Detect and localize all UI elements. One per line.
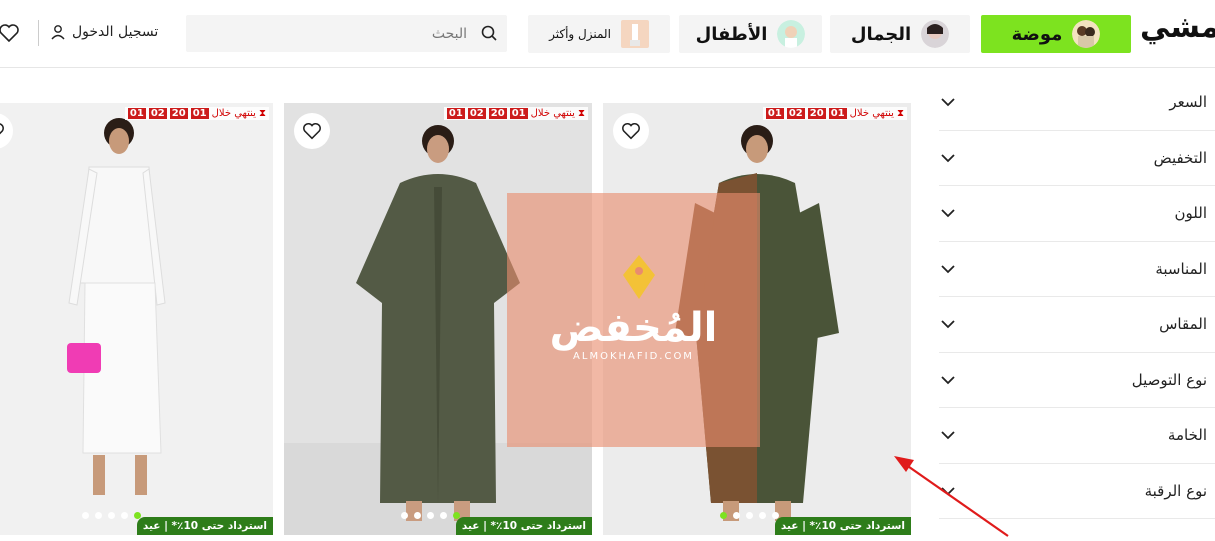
watermark-title: المُخفض bbox=[549, 305, 718, 351]
search-input[interactable] bbox=[186, 15, 507, 52]
heart-icon bbox=[303, 122, 321, 140]
tab-fashion-label: موضة bbox=[1011, 23, 1063, 45]
filter-price[interactable]: السعر bbox=[939, 75, 1215, 131]
countdown-timer: ⧗ ينتهي خلال 01 20 02 01 bbox=[124, 107, 269, 120]
timer-label: ينتهي خلال bbox=[530, 108, 575, 119]
page: نمشي موضة الجمال الأطفال bbox=[0, 0, 1215, 541]
filter-label: المناسبة bbox=[1155, 259, 1207, 278]
tab-beauty-label: الجمال bbox=[850, 23, 912, 45]
hourglass-icon: ⧗ bbox=[258, 108, 266, 119]
tab-home[interactable]: المنزل وأكثر bbox=[528, 15, 670, 53]
site-logo[interactable]: نمشي bbox=[1140, 10, 1215, 45]
timer-digit: 01 bbox=[127, 108, 146, 119]
filter-label: الخامة bbox=[1167, 426, 1207, 444]
carousel-dot[interactable] bbox=[720, 512, 727, 519]
filter-label: اللون bbox=[1174, 204, 1207, 222]
image-carousel-dots[interactable] bbox=[82, 512, 141, 519]
kids-thumbnail-icon bbox=[777, 20, 806, 48]
chevron-down-icon bbox=[941, 375, 955, 384]
promo-badge: استرداد حتى 10٪* | عيد bbox=[455, 517, 592, 535]
timer-digit: 01 bbox=[446, 108, 465, 119]
carousel-dot[interactable] bbox=[121, 512, 128, 519]
image-carousel-dots[interactable] bbox=[720, 512, 779, 519]
login-label: تسجيل الدخول bbox=[72, 24, 159, 40]
chevron-down-icon bbox=[941, 209, 955, 218]
header-divider bbox=[38, 20, 39, 46]
chevron-down-icon bbox=[941, 320, 955, 329]
timer-digit: 20 bbox=[169, 108, 188, 119]
timer-digit: 02 bbox=[786, 108, 805, 119]
filter-color[interactable]: اللون bbox=[939, 186, 1215, 242]
promo-badge: استرداد حتى 10٪* | عيد bbox=[136, 517, 273, 535]
filter-size[interactable]: المقاس bbox=[939, 297, 1215, 353]
beauty-thumbnail-icon bbox=[921, 20, 950, 48]
carousel-dot[interactable] bbox=[746, 512, 753, 519]
chevron-down-icon bbox=[941, 431, 955, 440]
heart-icon bbox=[0, 123, 4, 135]
heart-icon bbox=[622, 122, 640, 140]
timer-digit: 01 bbox=[509, 108, 528, 119]
carousel-dot[interactable] bbox=[759, 512, 766, 519]
filter-discount[interactable]: التخفيض bbox=[939, 131, 1215, 186]
timer-digit: 01 bbox=[765, 108, 784, 119]
login-link[interactable]: تسجيل الدخول bbox=[50, 24, 158, 40]
timer-digit: 01 bbox=[828, 108, 847, 119]
carousel-dot[interactable] bbox=[440, 512, 447, 519]
filter-delivery[interactable]: نوع التوصيل bbox=[939, 353, 1215, 408]
timer-label: ينتهي خلال bbox=[849, 108, 894, 119]
wishlist-button[interactable] bbox=[294, 113, 330, 149]
tab-beauty[interactable]: الجمال bbox=[830, 15, 970, 53]
tab-kids[interactable]: الأطفال bbox=[679, 15, 822, 53]
watermark-overlay: المُخفض ALMOKHAFID.COM bbox=[507, 193, 760, 447]
chevron-down-icon bbox=[941, 264, 955, 273]
wishlist-button[interactable] bbox=[613, 113, 649, 149]
countdown-timer: ⧗ ينتهي خلال 01 20 02 01 bbox=[762, 107, 907, 120]
hourglass-icon: ⧗ bbox=[577, 108, 585, 119]
home-thumbnail-icon bbox=[620, 20, 649, 48]
chevron-down-icon bbox=[941, 98, 955, 107]
timer-digit: 20 bbox=[807, 108, 826, 119]
carousel-dot[interactable] bbox=[427, 512, 434, 519]
top-header: نمشي موضة الجمال الأطفال bbox=[0, 0, 1215, 68]
carousel-dot[interactable] bbox=[108, 512, 115, 519]
product-image bbox=[0, 103, 273, 535]
price-tag-icon bbox=[623, 255, 655, 299]
user-icon bbox=[51, 25, 65, 40]
fashion-thumbnail-icon bbox=[1072, 20, 1101, 48]
wishlist-heart-icon[interactable] bbox=[0, 22, 20, 44]
filter-label: نوع الرقبة bbox=[1144, 481, 1207, 500]
annotation-arrow-icon bbox=[894, 456, 1009, 537]
filter-label: التخفيض bbox=[1153, 148, 1207, 167]
timer-label: ينتهي خلال bbox=[211, 108, 256, 119]
watermark-url: ALMOKHAFID.COM bbox=[573, 351, 694, 362]
carousel-dot[interactable] bbox=[401, 512, 408, 519]
search-icon bbox=[481, 25, 497, 41]
countdown-timer: ⧗ ينتهي خلال 01 20 02 01 bbox=[443, 107, 588, 120]
timer-digit: 02 bbox=[148, 108, 167, 119]
carousel-dot[interactable] bbox=[733, 512, 740, 519]
timer-digit: 02 bbox=[467, 108, 486, 119]
image-carousel-dots[interactable] bbox=[401, 512, 460, 519]
filter-label: المقاس bbox=[1159, 315, 1207, 333]
carousel-dot[interactable] bbox=[414, 512, 421, 519]
carousel-dot[interactable] bbox=[82, 512, 89, 519]
filter-occasion[interactable]: المناسبة bbox=[939, 242, 1215, 297]
chevron-down-icon bbox=[941, 153, 955, 162]
timer-digit: 20 bbox=[488, 108, 507, 119]
tab-home-label: المنزل وأكثر bbox=[549, 27, 611, 41]
filter-label: السعر bbox=[1169, 93, 1207, 111]
carousel-dot[interactable] bbox=[95, 512, 102, 519]
search-bar[interactable] bbox=[186, 15, 507, 52]
product-card[interactable]: ⧗ ينتهي خلال 01 20 02 01 استرداد حتى 10٪… bbox=[0, 103, 273, 535]
filter-label: نوع التوصيل bbox=[1131, 370, 1207, 389]
tab-fashion[interactable]: موضة bbox=[981, 15, 1131, 53]
hourglass-icon: ⧗ bbox=[896, 108, 904, 119]
tab-kids-label: الأطفال bbox=[695, 23, 768, 45]
timer-digit: 01 bbox=[190, 108, 209, 119]
